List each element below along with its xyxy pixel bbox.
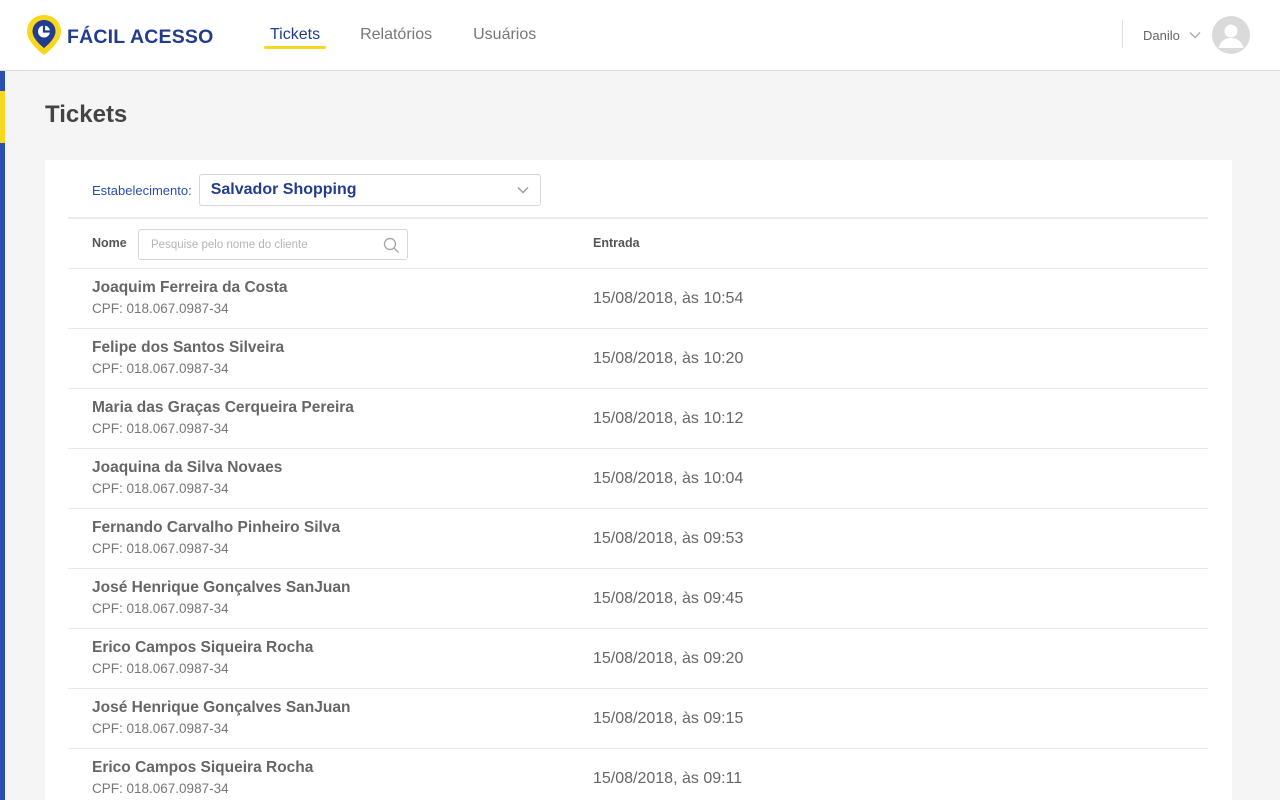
entry-datetime: 15/08/2018, às 10:54 xyxy=(593,290,744,307)
client-cpf: CPF: 018.067.0987-34 xyxy=(92,301,229,316)
client-cpf: CPF: 018.067.0987-34 xyxy=(92,541,229,556)
map-pin-logo-icon xyxy=(25,13,63,62)
table-row[interactable]: Maria das Graças Cerqueira Pereira CPF: … xyxy=(68,389,1208,449)
chevron-down-icon xyxy=(1189,26,1201,44)
client-cpf: CPF: 018.067.0987-34 xyxy=(92,721,229,736)
avatar-icon[interactable] xyxy=(1211,16,1250,54)
client-cpf: CPF: 018.067.0987-34 xyxy=(92,481,229,496)
column-header-name: Nome xyxy=(92,236,127,250)
entry-datetime: 15/08/2018, às 10:20 xyxy=(593,350,744,367)
nav-tab-usuarios[interactable]: Usuários xyxy=(473,0,536,70)
column-header-entry: Entrada xyxy=(593,236,640,250)
entry-datetime: 15/08/2018, às 09:53 xyxy=(593,530,744,547)
client-search-input[interactable] xyxy=(139,230,369,259)
header-divider xyxy=(1122,20,1123,48)
table-row[interactable]: Joaquina da Silva Novaes CPF: 018.067.09… xyxy=(68,449,1208,509)
entry-datetime: 15/08/2018, às 09:45 xyxy=(593,590,744,607)
client-cpf: CPF: 018.067.0987-34 xyxy=(92,781,229,796)
entry-datetime: 15/08/2018, às 09:15 xyxy=(593,710,744,727)
table-row[interactable]: José Henrique Gonçalves SanJuan CPF: 018… xyxy=(68,689,1208,749)
page-title: Tickets xyxy=(45,101,128,128)
nav-tab-tickets[interactable]: Tickets xyxy=(264,0,327,70)
establishment-select-value: Salvador Shopping xyxy=(210,181,357,198)
entry-datetime: 15/08/2018, às 10:04 xyxy=(593,470,744,487)
client-cpf: CPF: 018.067.0987-34 xyxy=(92,601,229,616)
search-icon[interactable] xyxy=(383,237,400,259)
entry-datetime: 15/08/2018, às 09:11 xyxy=(593,770,743,787)
chevron-down-icon xyxy=(517,181,529,199)
client-name: Erico Campos Siqueira Rocha xyxy=(92,639,314,656)
client-name: Erico Campos Siqueira Rocha xyxy=(92,759,314,776)
table-row[interactable]: Felipe dos Santos Silveira CPF: 018.067.… xyxy=(68,329,1208,389)
entry-datetime: 15/08/2018, às 09:20 xyxy=(593,650,744,667)
table-row[interactable]: José Henrique Gonçalves SanJuan CPF: 018… xyxy=(68,569,1208,629)
establishment-label: Estabelecimento: xyxy=(92,182,192,198)
establishment-filter: Estabelecimento: Salvador Shopping xyxy=(92,174,541,206)
client-name: Fernando Carvalho Pinheiro Silva xyxy=(92,519,341,536)
client-name: José Henrique Gonçalves SanJuan xyxy=(92,579,351,596)
client-name: Felipe dos Santos Silveira xyxy=(92,339,285,356)
client-name: Maria das Graças Cerqueira Pereira xyxy=(92,399,354,416)
tickets-card: Estabelecimento: Salvador Shopping Nome … xyxy=(45,160,1232,800)
table-row[interactable]: Erico Campos Siqueira Rocha CPF: 018.067… xyxy=(68,629,1208,689)
establishment-select[interactable]: Salvador Shopping xyxy=(198,174,541,206)
table-row[interactable]: Joaquim Ferreira da Costa CPF: 018.067.0… xyxy=(68,269,1208,329)
main-nav: Tickets Relatórios Usuários xyxy=(264,0,577,70)
table-header: Nome Entrada xyxy=(68,219,1208,269)
brand-logo[interactable]: FÁCIL ACESSO xyxy=(25,13,214,62)
user-name: Danilo xyxy=(1143,27,1180,43)
nav-tab-relatorios[interactable]: Relatórios xyxy=(360,0,432,70)
client-search xyxy=(138,229,408,260)
table-row[interactable]: Fernando Carvalho Pinheiro Silva CPF: 01… xyxy=(68,509,1208,569)
client-cpf: CPF: 018.067.0987-34 xyxy=(92,361,229,376)
user-menu[interactable]: Danilo xyxy=(1143,16,1250,54)
top-bar: FÁCIL ACESSO Tickets Relatórios Usuários… xyxy=(0,0,1280,71)
table-row[interactable]: Erico Campos Siqueira Rocha CPF: 018.067… xyxy=(68,749,1208,800)
entry-datetime: 15/08/2018, às 10:12 xyxy=(593,410,744,427)
left-rail xyxy=(0,71,5,800)
client-name: Joaquina da Silva Novaes xyxy=(92,459,283,476)
client-cpf: CPF: 018.067.0987-34 xyxy=(92,421,229,436)
left-rail-accent xyxy=(0,91,5,143)
brand-name: FÁCIL ACESSO xyxy=(67,26,214,48)
client-cpf: CPF: 018.067.0987-34 xyxy=(92,661,229,676)
client-name: Joaquim Ferreira da Costa xyxy=(92,279,288,296)
client-name: José Henrique Gonçalves SanJuan xyxy=(92,699,351,716)
ticket-list: Joaquim Ferreira da Costa CPF: 018.067.0… xyxy=(68,269,1208,800)
